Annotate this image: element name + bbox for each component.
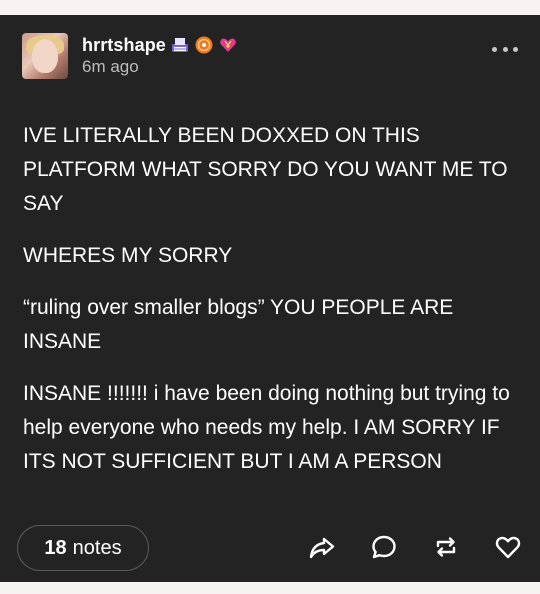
- like-icon[interactable]: [494, 533, 522, 561]
- more-options-icon[interactable]: [492, 45, 518, 53]
- notes-button[interactable]: 18 notes: [17, 525, 149, 571]
- username[interactable]: hrrtshape: [82, 35, 166, 56]
- post-paragraph: INSANE !!!!!!! i have been doing nothing…: [23, 382, 510, 473]
- avatar[interactable]: [22, 33, 68, 79]
- orange-badge-icon: [195, 36, 213, 54]
- post-actions: [308, 533, 522, 561]
- post-header: hrrtshape 6m ago: [22, 33, 524, 81]
- dot: [492, 46, 497, 52]
- heart-gem-icon: [220, 38, 236, 52]
- dot: [502, 46, 508, 52]
- reblog-icon[interactable]: [432, 533, 460, 561]
- post-timestamp[interactable]: 6m ago: [82, 57, 139, 77]
- typewriter-icon: [171, 38, 188, 52]
- post-paragraph: “ruling over smaller blogs” YOU PEOPLE A…: [23, 296, 454, 353]
- post-paragraph: IVE LITERALLY BEEN DOXXED ON THIS PLATFO…: [23, 124, 508, 215]
- notes-count: 18: [44, 536, 67, 559]
- post-card: hrrtshape 6m ago IVE LITERALLY BEEN DOXX…: [0, 15, 540, 582]
- post-body: IVE LITERALLY BEEN DOXXED ON THIS PLATFO…: [23, 119, 523, 497]
- share-icon[interactable]: [308, 533, 336, 561]
- post-footer: 18 notes: [17, 525, 522, 571]
- dot: [513, 46, 518, 52]
- notes-label: notes: [72, 536, 122, 559]
- avatar-face: [32, 39, 58, 73]
- username-row: hrrtshape: [82, 33, 238, 57]
- reply-icon[interactable]: [370, 533, 398, 561]
- post-paragraph: WHERES MY SORRY: [23, 244, 233, 267]
